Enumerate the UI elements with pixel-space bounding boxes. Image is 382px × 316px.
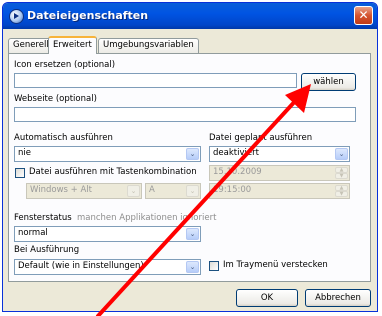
window-state-select[interactable]: normal ⌄ — [14, 226, 201, 242]
chevron-down-icon[interactable]: ⌄ — [186, 148, 199, 160]
schedule-value: deaktiviert — [213, 148, 259, 158]
autorun-label: Automatisch ausführen — [14, 133, 113, 143]
on-run-label: Bei Ausführung — [14, 245, 80, 255]
website-label: Webseite (optional) — [14, 94, 97, 104]
hotkey-key-select[interactable]: A ⌄ — [145, 183, 201, 199]
window-title: Dateieigenschaften — [27, 9, 149, 22]
chevron-down-icon[interactable]: ⌄ — [335, 148, 348, 160]
cancel-button[interactable]: Abbrechen — [305, 289, 371, 307]
chevron-down-icon[interactable]: ⌄ — [186, 228, 199, 240]
schedule-time-value: 19:15:00 — [213, 185, 252, 195]
tab-umgebungsvariablen[interactable]: Umgebungsvariablen — [98, 38, 199, 53]
app-icon — [9, 9, 24, 24]
tab-erweitert[interactable]: Erweitert — [48, 36, 97, 54]
chevron-down-icon[interactable]: ⌄ — [186, 261, 199, 273]
ok-button[interactable]: OK — [236, 289, 298, 307]
tab-bar: Generell Erweitert Umgebungsvariablen — [8, 36, 368, 54]
close-button[interactable]: ✕ — [354, 6, 373, 25]
schedule-date-input[interactable]: 15.10.2009 ▲ ▼ — [209, 165, 350, 181]
schedule-select[interactable]: deaktiviert ⌄ — [209, 146, 350, 162]
schedule-time-input[interactable]: 19:15:00 ▲ ▼ — [209, 183, 350, 199]
hotkey-checkbox[interactable] — [15, 168, 25, 178]
hotkey-modifier-value: Windows + Alt — [30, 185, 92, 195]
icon-path-input[interactable] — [14, 73, 297, 88]
window-state-hint: manchen Applikationen ignoriert — [77, 213, 217, 223]
tray-checkbox[interactable] — [209, 261, 219, 271]
icon-label: Icon ersetzen (optional) — [14, 60, 116, 70]
hotkey-key-value: A — [149, 185, 155, 195]
spin-down-icon[interactable]: ▼ — [335, 191, 348, 197]
choose-icon-button[interactable]: wählen — [301, 73, 356, 91]
tray-label: Im Traymenü verstecken — [223, 260, 328, 270]
title-bar[interactable]: Dateieigenschaften ✕ — [3, 3, 377, 29]
hotkey-modifier-select[interactable]: Windows + Alt ⌄ — [26, 183, 142, 199]
window-state-value: normal — [18, 228, 48, 238]
spin-down-icon[interactable]: ▼ — [335, 173, 348, 179]
chevron-down-icon[interactable]: ⌄ — [127, 185, 140, 197]
on-run-value: Default (wie in Einstellungen) — [18, 261, 144, 271]
autorun-value: nie — [18, 148, 31, 158]
tab-panel: Icon ersetzen (optional) wählen Webseite… — [8, 53, 371, 282]
schedule-date-value: 15.10.2009 — [213, 167, 262, 177]
dialog-window: Dateieigenschaften ✕ Generell Erweitert … — [2, 2, 378, 312]
tab-generell[interactable]: Generell — [8, 38, 54, 53]
window-state-label: Fensterstatus — [14, 213, 72, 223]
autorun-select[interactable]: nie ⌄ — [14, 146, 201, 162]
schedule-label: Datei geplant ausführen — [209, 133, 313, 143]
hotkey-label: Datei ausführen mit Tastenkombination — [29, 167, 197, 177]
on-run-select[interactable]: Default (wie in Einstellungen) ⌄ — [14, 259, 201, 275]
website-input[interactable] — [14, 107, 356, 122]
chevron-down-icon[interactable]: ⌄ — [186, 185, 199, 197]
